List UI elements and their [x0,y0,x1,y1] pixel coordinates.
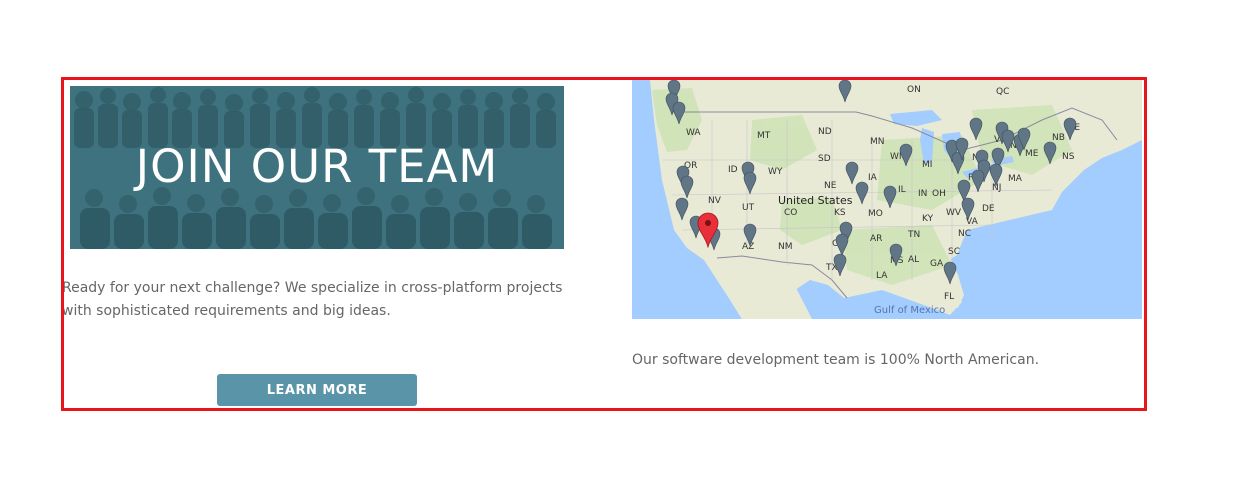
highlight-frame [61,77,1147,411]
page: JOIN OUR TEAM Ready for your next challe… [0,0,1233,478]
